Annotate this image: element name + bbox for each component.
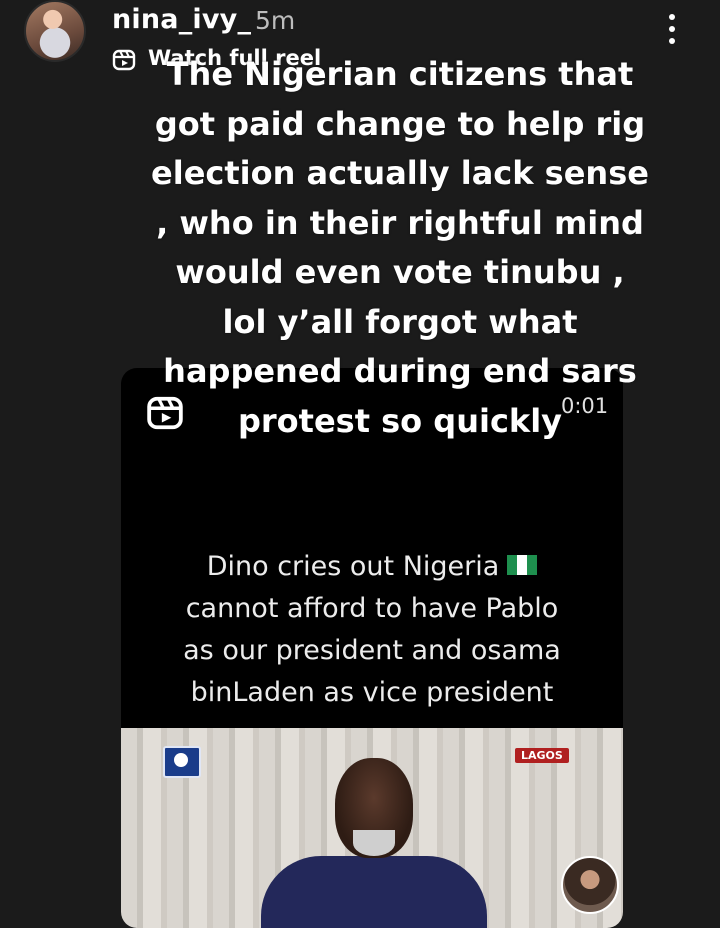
reel-preview[interactable]: 0:01 Dino cries out Nigeria cannot affor… — [121, 368, 623, 928]
channel-logo-icon — [163, 746, 201, 778]
speaker-beard — [353, 830, 395, 856]
speaker-body — [261, 856, 487, 928]
story-text-overlay: The Nigerian citizens that got paid chan… — [151, 55, 649, 440]
caption-line: binLaden as vice president — [190, 677, 554, 708]
creator-avatar[interactable] — [561, 856, 619, 914]
reel-icon — [112, 49, 136, 71]
caption-line: cannot afford to have Pablo — [185, 593, 559, 624]
timestamp: 5m — [255, 6, 296, 35]
location-tag: LAGOS — [515, 748, 569, 763]
more-options-button[interactable] — [660, 14, 684, 50]
nigeria-flag-icon — [507, 554, 538, 575]
caption-line: as our president and osama — [183, 635, 561, 666]
avatar[interactable] — [24, 0, 86, 62]
caption-line: Dino cries out Nigeria — [121, 546, 623, 588]
more-options-icon — [669, 14, 675, 20]
username[interactable]: nina_ivy_ — [112, 4, 251, 35]
video-frame: LAGOS — [121, 728, 623, 928]
video-caption: Dino cries out Nigeria cannot afford to … — [121, 546, 623, 714]
